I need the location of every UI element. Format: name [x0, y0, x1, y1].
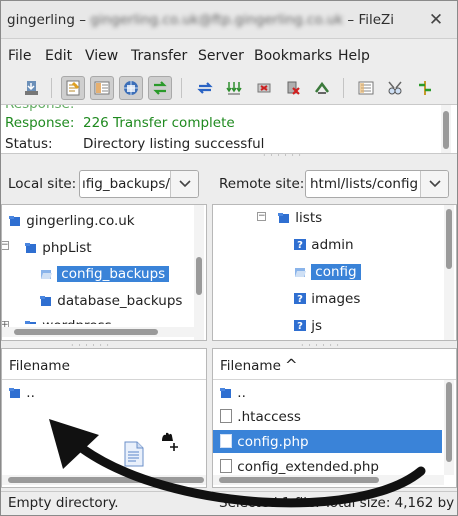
drag-direction-arrow [49, 419, 426, 508]
filezilla-window: gingerling – gingerling.co.uk@ftp.ginger… [0, 0, 458, 516]
